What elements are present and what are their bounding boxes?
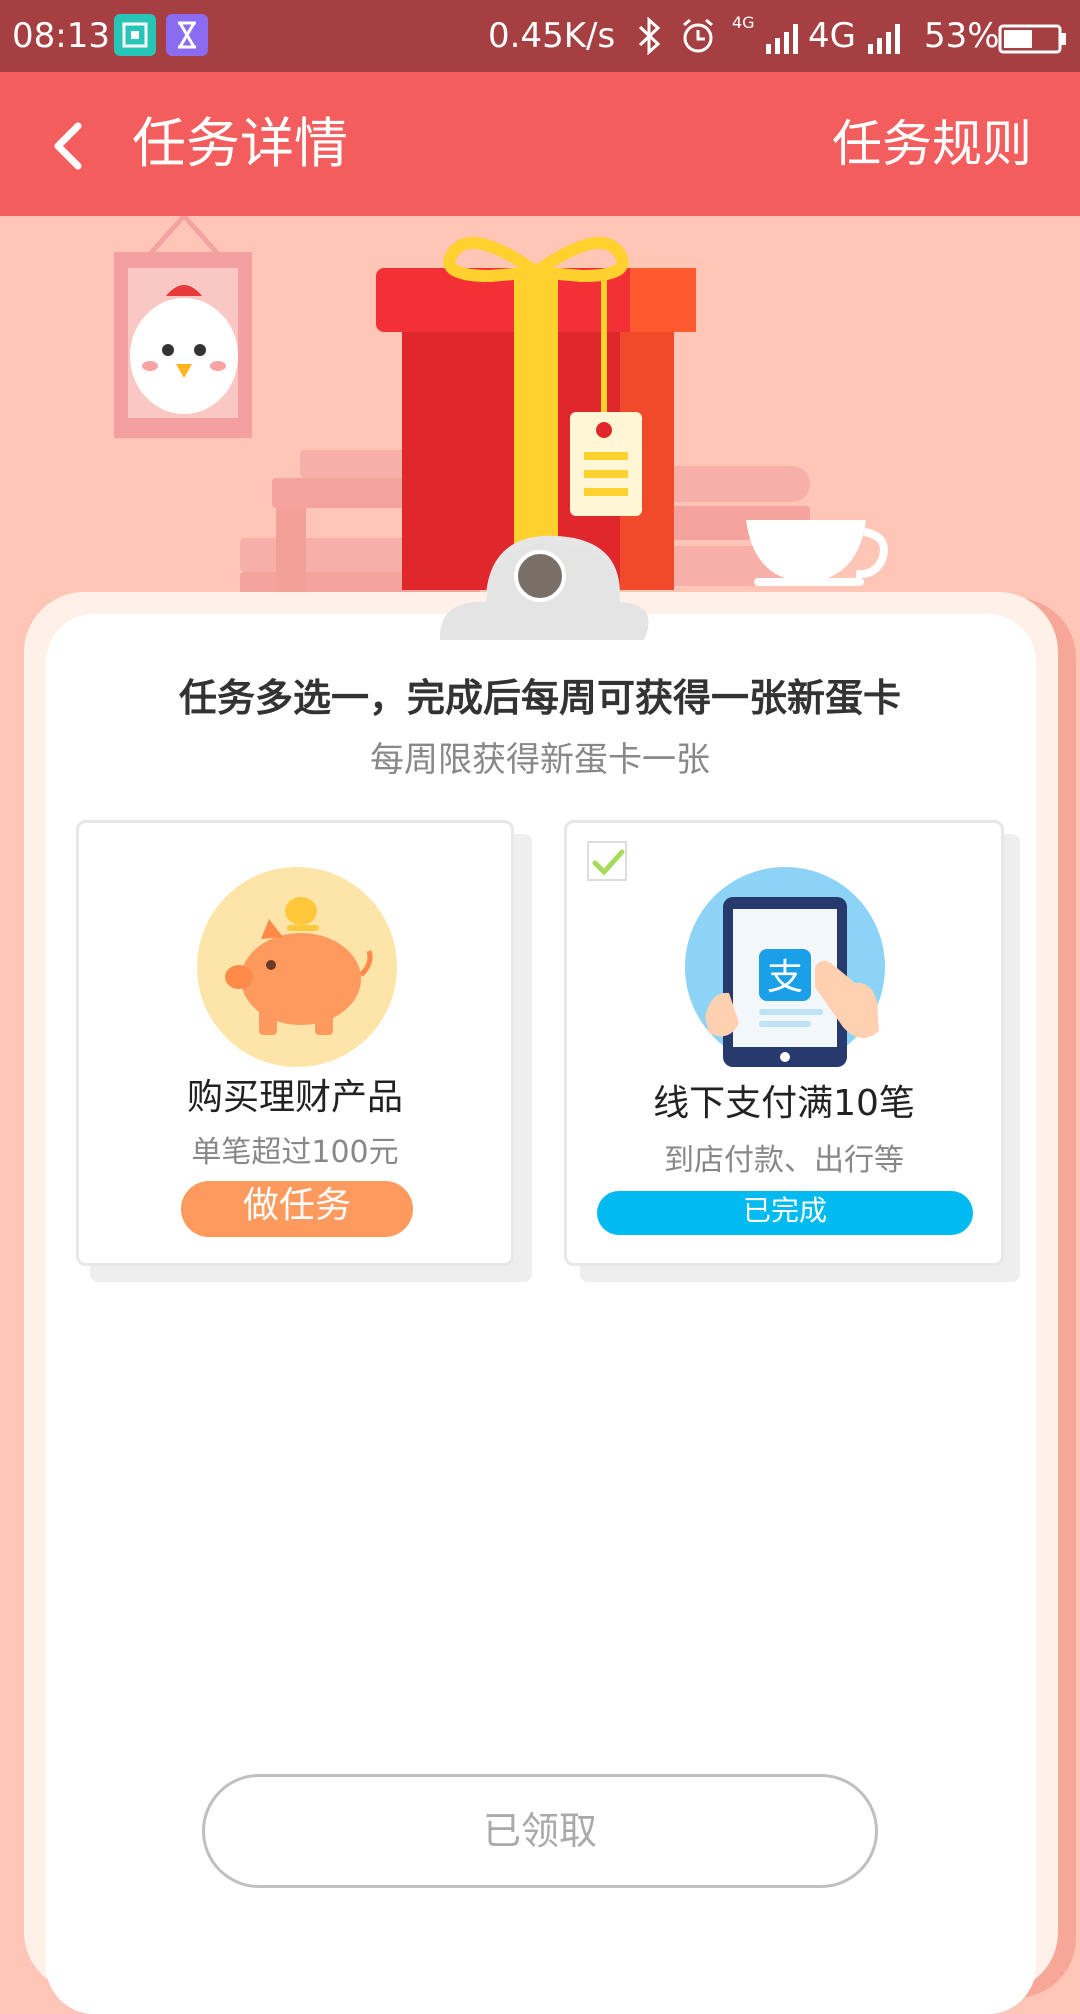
alipay-tablet-icon: 支 [685, 867, 885, 1067]
task-card-offline-pay[interactable]: 支 线下支付满10笔 到店付款、出行等 已完成 [564, 820, 1004, 1266]
app-header: 任务详情 任务规则 [0, 72, 1080, 216]
piggy-bank-icon [197, 867, 397, 1067]
chicken-picture-frame [114, 216, 252, 438]
battery-icon [998, 24, 1068, 58]
check-icon [592, 849, 625, 876]
back-button[interactable] [36, 108, 108, 180]
network-type: 4G [808, 16, 856, 56]
task-title: 线下支付满10笔 [653, 1083, 915, 1124]
card-headline: 任务多选一，完成后每周可获得一张新蛋卡 [178, 676, 901, 720]
completed-button[interactable]: 已完成 [597, 1191, 973, 1235]
battery-percent: 53% [924, 16, 1000, 56]
network-speed: 0.45K/s [488, 16, 616, 56]
hourglass-app-icon [166, 14, 208, 56]
screenshot-app-icon [114, 14, 156, 56]
task-title: 购买理财产品 [186, 1077, 403, 1118]
signal-icon-2 [866, 22, 906, 60]
task-rules-button[interactable]: 任务规则 [832, 106, 1032, 182]
claimed-button[interactable]: 已领取 [202, 1774, 878, 1888]
task-card-finance[interactable]: 购买理财产品 单笔超过100元 做任务 [76, 820, 514, 1266]
status-time: 08:13 [12, 16, 110, 56]
card-subline: 每周限获得新蛋卡一张 [370, 740, 710, 780]
chevron-left-icon [54, 122, 82, 170]
task-desc: 单笔超过100元 [191, 1135, 399, 1170]
task-checkbox[interactable] [587, 841, 627, 881]
alarm-icon [678, 16, 718, 60]
do-task-button[interactable]: 做任务 [181, 1181, 413, 1237]
network-small-label: 4G [732, 13, 755, 32]
clip-icon [439, 543, 649, 640]
svg-text:支: 支 [767, 957, 803, 998]
signal-icon [764, 22, 804, 60]
bluetooth-icon [632, 16, 666, 60]
task-desc: 到店付款、出行等 [664, 1143, 904, 1178]
status-bar: 08:13 0.45K/s 4G 4G 53% [0, 0, 1080, 72]
page-title: 任务详情 [132, 112, 348, 175]
